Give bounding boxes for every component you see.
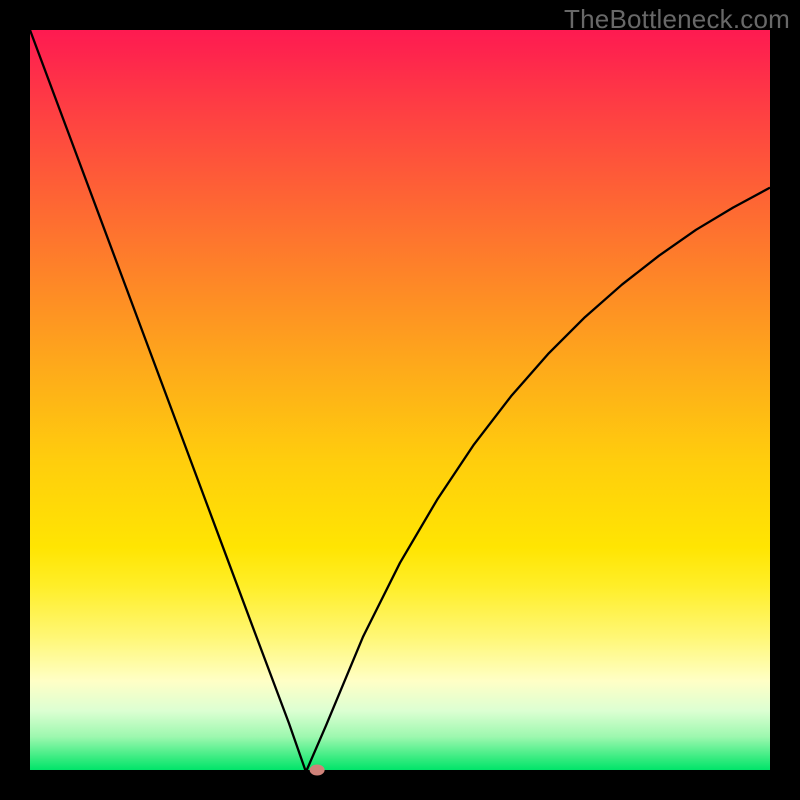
- plot-area: [30, 30, 770, 770]
- watermark-text: TheBottleneck.com: [564, 4, 790, 35]
- minimum-marker: [310, 765, 325, 776]
- bottleneck-curve-chart: [0, 0, 800, 800]
